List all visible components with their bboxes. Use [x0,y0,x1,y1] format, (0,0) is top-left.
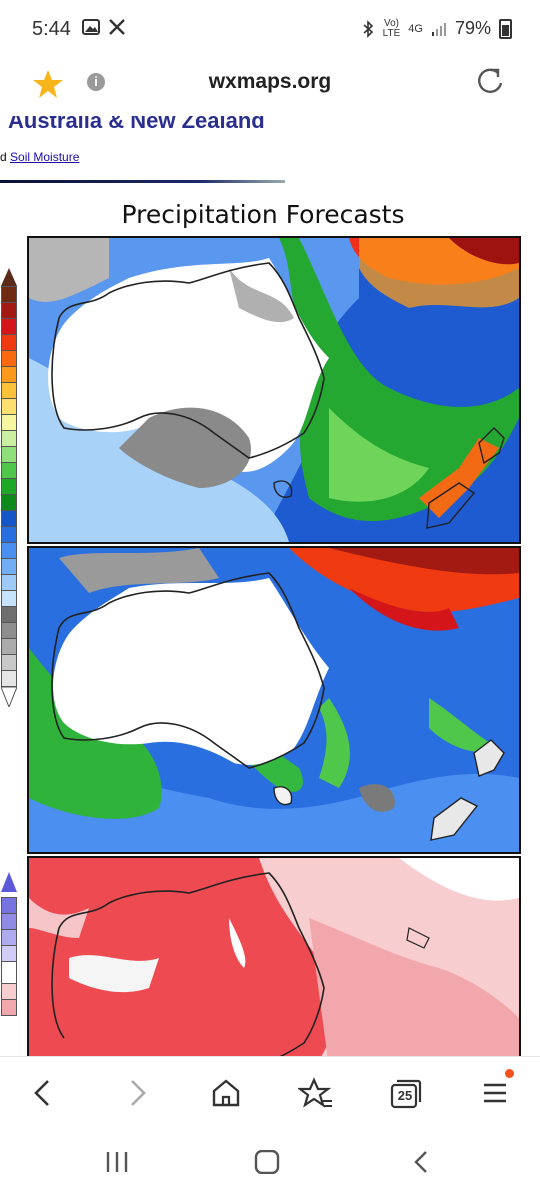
header-rule [0,180,285,183]
url-text[interactable]: wxmaps.org [0,70,540,94]
bookmarks-icon[interactable] [298,1075,334,1111]
anomaly-colorbar-top-arrow [1,872,17,892]
browser-bottom-nav: 25 [0,1056,540,1127]
back-nav-icon[interactable] [408,1150,434,1174]
back-icon[interactable] [26,1075,62,1111]
forward-icon[interactable] [118,1075,154,1111]
colorbar-top-arrow [1,268,17,286]
precip-colorbar [0,268,18,712]
precip-map-panel-2 [27,546,521,854]
reload-icon[interactable] [476,66,506,96]
nav-prefix: d [0,150,7,164]
tabs-count: 25 [397,1088,413,1103]
colorbar-bottom-arrow [0,686,18,709]
web-page: Australia & New Zealand d Soil Moisture … [0,116,540,1056]
status-system-icons: Vo) LTE 4G 79% [361,18,512,39]
menu-button[interactable] [478,1069,514,1111]
figure-title: Precipitation Forecasts [121,200,405,229]
home-icon[interactable] [208,1075,244,1111]
gallery-icon [82,19,100,35]
bluetooth-icon [363,19,373,38]
status-time: 5:44 [32,18,71,40]
status-notification-icons [82,18,126,36]
page-heading: Australia & New Zealand [8,116,265,133]
home-nav-icon[interactable] [254,1150,280,1174]
precip-map-panel-1 [27,236,521,544]
menu-icon [484,1083,506,1103]
browser-toolbar: i wxmaps.org [0,60,540,117]
x-app-icon [109,19,125,35]
network-type: 4G [408,22,423,35]
menu-notification-dot [505,1069,514,1078]
page-nav-line: d Soil Moisture [0,150,79,164]
recents-icon[interactable] [104,1150,130,1174]
volte-indicator: Vo) LTE [382,17,401,39]
status-bar: 5:44 Vo) LTE 4G 79% [0,0,540,60]
system-nav-bar [0,1126,540,1200]
soil-moisture-link[interactable]: Soil Moisture [10,150,79,164]
anomaly-map-panel [27,856,521,1056]
battery-percent: 79% [454,18,491,38]
signal-icon [431,22,446,36]
anomaly-colorbar [1,872,17,1016]
battery-icon [499,18,512,39]
tabs-button[interactable]: 25 [388,1075,424,1111]
